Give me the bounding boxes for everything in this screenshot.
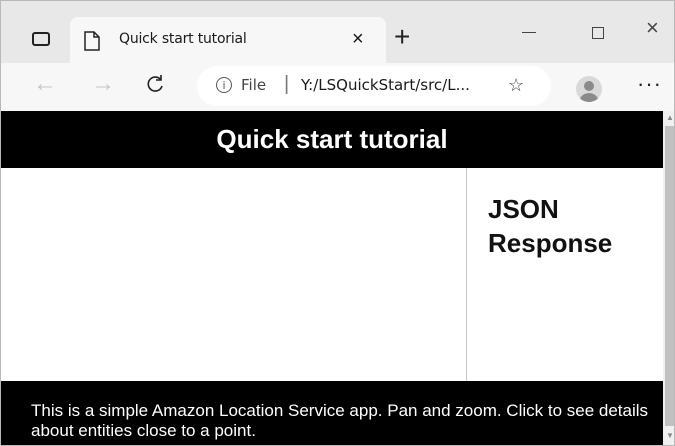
site-info-icon[interactable]: i [216,77,232,93]
tab-title: Quick start tutorial [119,31,247,47]
reload-icon[interactable] [145,70,165,100]
scroll-down-icon[interactable]: ▼ [666,431,674,440]
url-text[interactable]: Y:/LSQuickStart/src/L... [301,76,470,94]
json-response-heading: JSON Response [488,194,613,258]
minimize-window-icon[interactable] [522,22,536,33]
forward-icon[interactable]: → [91,70,115,98]
footer-text: This is a simple Amazon Location Service… [31,401,649,440]
address-toolbar: ← → i File | Y:/LSQuickStart/src/L... ☆ … [1,63,674,111]
back-icon[interactable]: ← [33,70,57,98]
page-footer: This is a simple Amazon Location Service… [1,381,663,445]
add-favorite-icon[interactable]: ☆ [508,75,524,96]
close-window-icon[interactable]: × [646,17,659,39]
profile-avatar-icon[interactable] [576,76,602,102]
json-response-panel: JSON Response [466,168,663,381]
browser-window: Quick start tutorial × + × ← → i File | … [0,0,675,446]
page-icon [84,31,100,51]
more-options-icon[interactable]: ··· [637,71,662,97]
tab-strip: Quick start tutorial × + × [1,1,674,63]
avatar-head [584,81,594,91]
new-tab-icon[interactable]: + [394,23,410,51]
scroll-up-icon[interactable]: ▲ [666,113,674,122]
address-separator: | [284,73,290,95]
tab-actions-icon[interactable] [32,32,50,46]
scheme-label: File [241,76,267,94]
map-area[interactable] [1,168,466,381]
tab-quick-start[interactable]: Quick start tutorial × [70,17,386,63]
avatar-body [579,93,599,102]
scrollbar-thumb[interactable] [665,126,674,426]
page-title: Quick start tutorial [216,124,448,154]
address-bar[interactable]: i File | Y:/LSQuickStart/src/L... ☆ [197,66,551,106]
vertical-scrollbar[interactable]: ▲ ▼ [663,111,674,445]
maximize-window-icon[interactable] [592,27,604,39]
close-tab-icon[interactable]: × [352,29,364,49]
page-header: Quick start tutorial [1,111,663,168]
page-content: Quick start tutorial JSON Response This … [1,111,663,445]
